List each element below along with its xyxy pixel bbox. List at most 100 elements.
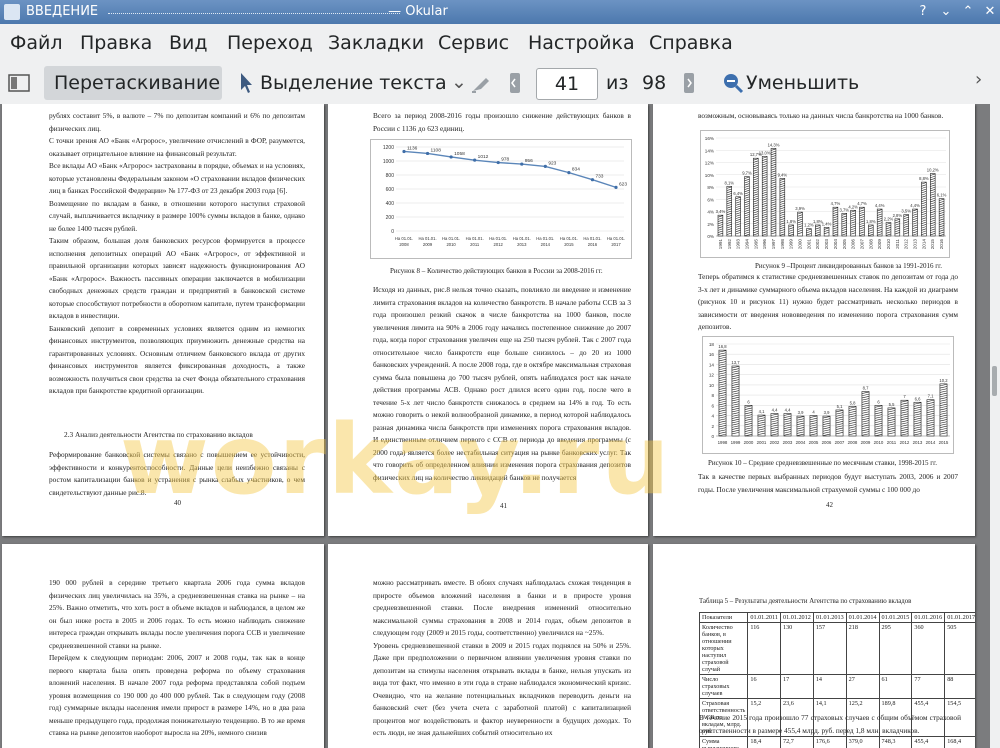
x-tick-label: 2013: [913, 440, 923, 445]
vertical-scrollbar[interactable]: [990, 104, 1000, 748]
page-41: Всего за период 2008-2016 годы произошло…: [328, 104, 648, 536]
page-40-number: 40: [174, 499, 181, 507]
close-icon[interactable]: ✕: [981, 3, 999, 21]
y-tick-label: 12: [709, 373, 715, 378]
x-tick-label-year: 2014: [541, 242, 551, 247]
data-label: 978: [501, 157, 509, 163]
table-header-cell: 01.01.2017: [944, 612, 975, 623]
x-tick-label: 2011: [887, 440, 897, 445]
x-tick-label: 1993: [736, 239, 741, 250]
liquidated-banks-chart: 0% 2% 4% 6% 8% 10% 12% 14% 16% 3,4% 1991 8,1% 1992 6,…: [700, 130, 950, 258]
data-point: [449, 155, 453, 159]
menu-bookmarks[interactable]: Закладки: [328, 32, 424, 54]
table-cell: 88: [944, 674, 975, 699]
data-label: 733: [595, 174, 603, 180]
sidebar-toggle-icon[interactable]: [8, 73, 30, 93]
data-label: 8,8%: [919, 176, 929, 181]
table-cell: 61: [878, 674, 913, 699]
y-tick-label: 400: [386, 201, 395, 207]
maximize-icon[interactable]: ⌃: [959, 3, 977, 21]
y-tick-label: 0: [391, 229, 394, 235]
y-tick-label: 0%: [707, 234, 714, 239]
text-select-icon: [241, 73, 252, 93]
x-tick-label: На 01.01.: [418, 236, 436, 241]
x-tick-label-year: 2016: [588, 242, 598, 247]
x-tick-label: 1992: [727, 239, 732, 250]
previous-page-icon[interactable]: [508, 72, 522, 94]
x-tick-label: 1998: [780, 239, 785, 250]
y-tick-label: 6%: [707, 197, 714, 202]
x-tick-label-year: 2008: [399, 242, 409, 247]
page-number-input[interactable]: 41: [536, 68, 598, 100]
y-tick-label: 4: [711, 414, 714, 419]
x-tick-label: 2010: [874, 440, 884, 445]
data-label: 3,9: [824, 410, 830, 415]
x-tick-label: 2002: [770, 440, 780, 445]
table-cell: 116: [747, 622, 781, 675]
annotate-icon[interactable]: [470, 72, 492, 94]
table-header-cell: 01.01.2015: [878, 612, 913, 623]
data-point: [425, 151, 430, 156]
x-tick-label: На 01.01.: [607, 236, 625, 241]
table-header-cell: 01.01.2011: [747, 612, 781, 623]
x-tick-label-year: 2015: [564, 242, 574, 247]
menu-tools[interactable]: Сервис: [438, 32, 509, 54]
document-viewport[interactable]: рублях составит 5%, в валюте – 7% по деп…: [0, 104, 990, 748]
x-tick-label: 1995: [753, 239, 758, 250]
menu-settings[interactable]: Настройка: [528, 32, 635, 54]
zoom-out-button[interactable]: Уменьшить: [746, 72, 859, 94]
browse-mode-button[interactable]: Перетаскивание: [44, 66, 222, 100]
data-label: 5,8: [850, 400, 856, 405]
data-label: 6,6: [915, 396, 921, 401]
x-tick-label: 2003: [824, 239, 829, 250]
y-tick-label: 1200: [383, 145, 394, 151]
table-cell: 168,4: [944, 736, 975, 748]
table-cell: 748,3: [878, 736, 913, 748]
table-cell: 218: [845, 622, 880, 675]
menu-help[interactable]: Справка: [649, 32, 733, 54]
table-cell: 455,4: [911, 736, 946, 748]
x-tick-label: 2016: [939, 239, 944, 250]
x-tick-label: 1997: [771, 239, 776, 250]
scrollbar-thumb[interactable]: [992, 366, 997, 396]
x-tick-label: 2011: [895, 239, 900, 249]
table-cell: 18,4: [747, 736, 781, 748]
page-total-label: 98: [642, 72, 667, 94]
y-tick-label: 0: [711, 434, 714, 439]
help-icon[interactable]: ?: [914, 3, 932, 21]
x-tick-label: 2000: [798, 239, 803, 250]
title-bar[interactable]: ВВЕДЕНИЕ — Okular ? ⌄ ⌃ ✕: [0, 0, 1000, 24]
menu-file[interactable]: Файл: [10, 32, 63, 54]
data-label: 4,7%: [831, 201, 841, 206]
x-tick-label: 2003: [783, 440, 793, 445]
zoom-out-icon: [724, 74, 744, 94]
x-tick-label: 1991: [718, 239, 723, 250]
minimize-icon[interactable]: ⌄: [937, 3, 955, 21]
y-tick-label: 16: [709, 352, 715, 357]
data-label: 3,4%: [716, 209, 726, 214]
x-tick-label-year: 2013: [517, 242, 527, 247]
page-43-text: 190 000 рублей в середине третьего кварт…: [49, 578, 305, 737]
table-header-cell: 01.01.2012: [779, 612, 814, 623]
data-label: 1,8%: [866, 219, 876, 224]
data-label: 6,1%: [937, 193, 947, 198]
table-cell: 17: [779, 674, 814, 699]
y-tick-label: 12%: [705, 161, 714, 166]
table-cell: 77: [911, 674, 946, 699]
x-tick-label: 2014: [921, 239, 926, 250]
menu-edit[interactable]: Правка: [80, 32, 152, 54]
table-cell: 130: [779, 622, 814, 675]
data-label: 834: [572, 167, 580, 173]
chevron-down-icon[interactable]: ⌄: [451, 71, 467, 93]
x-tick-label: 2006: [822, 440, 832, 445]
next-page-icon[interactable]: [682, 72, 696, 94]
figure-10-caption: Рисунок 10 – Средние средневзвешенные по…: [708, 459, 937, 467]
data-label: 9,4%: [778, 172, 788, 177]
table-row: Количество банков, в отношении которых н…: [698, 622, 975, 675]
x-tick-label: 1999: [789, 239, 794, 250]
data-label: 1136: [407, 145, 418, 151]
menu-view[interactable]: Вид: [169, 32, 208, 54]
menu-go[interactable]: Переход: [227, 32, 313, 54]
toolbar-overflow-icon[interactable]: ›: [975, 69, 982, 90]
text-select-button[interactable]: Выделение текста: [260, 72, 447, 94]
